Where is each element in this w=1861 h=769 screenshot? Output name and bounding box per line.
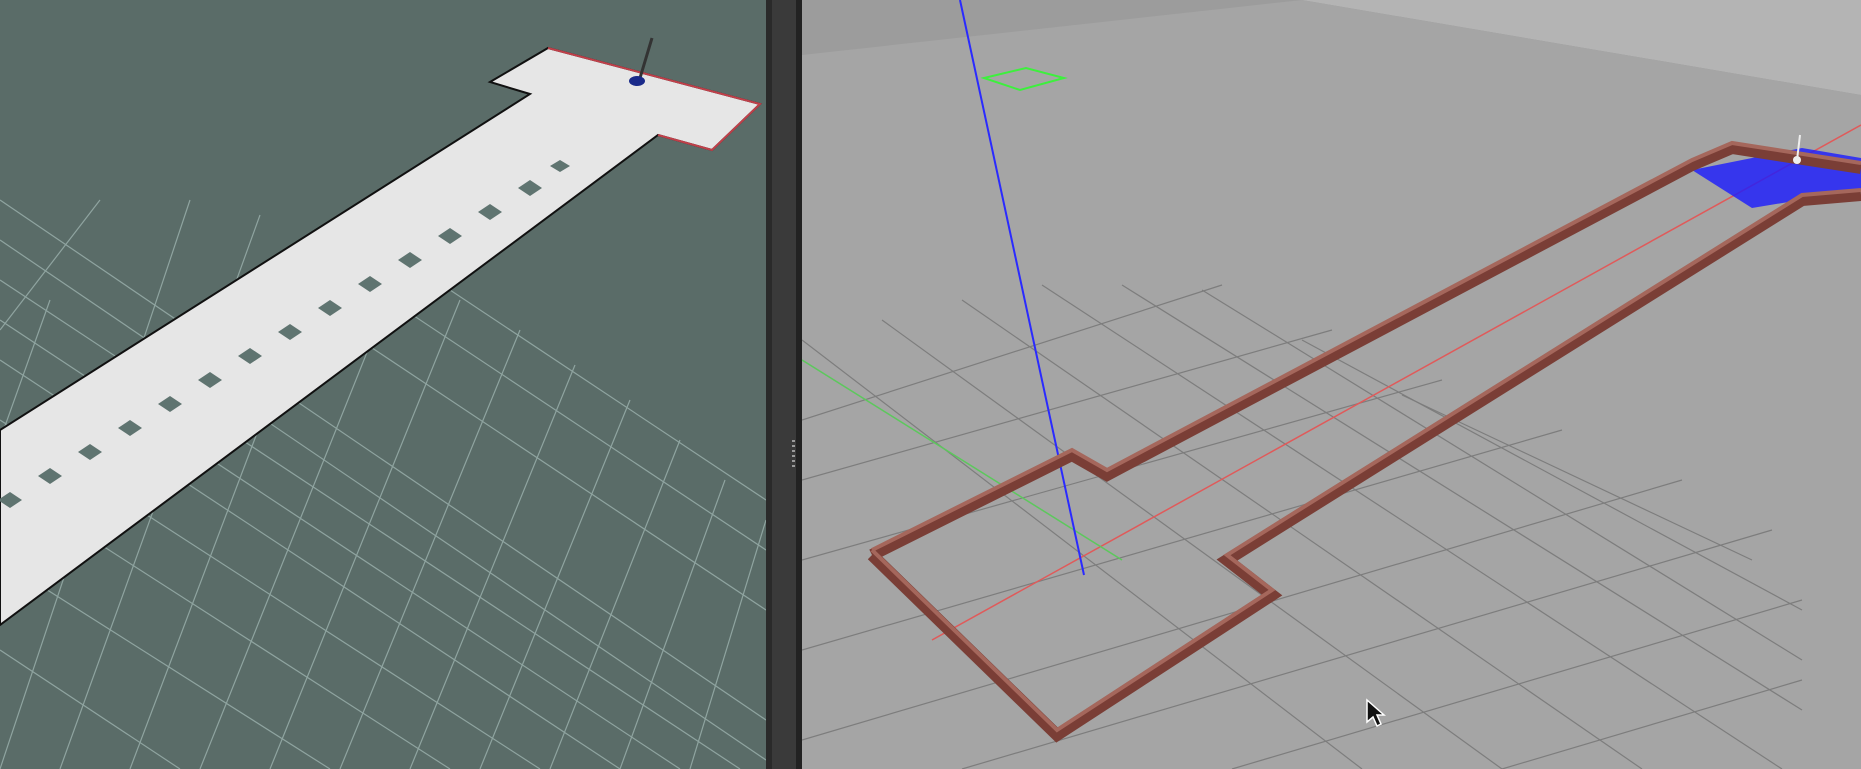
splitter-grip[interactable] xyxy=(792,440,795,470)
pane-splitter[interactable] xyxy=(766,0,802,769)
gazebo-3d-viewport[interactable] xyxy=(802,0,1861,769)
planned-path xyxy=(0,160,570,508)
gazebo-scene xyxy=(802,0,1861,769)
rviz-map-viewport[interactable] xyxy=(0,0,766,769)
rviz-scene xyxy=(0,37,766,769)
occupancy-map xyxy=(0,46,762,627)
